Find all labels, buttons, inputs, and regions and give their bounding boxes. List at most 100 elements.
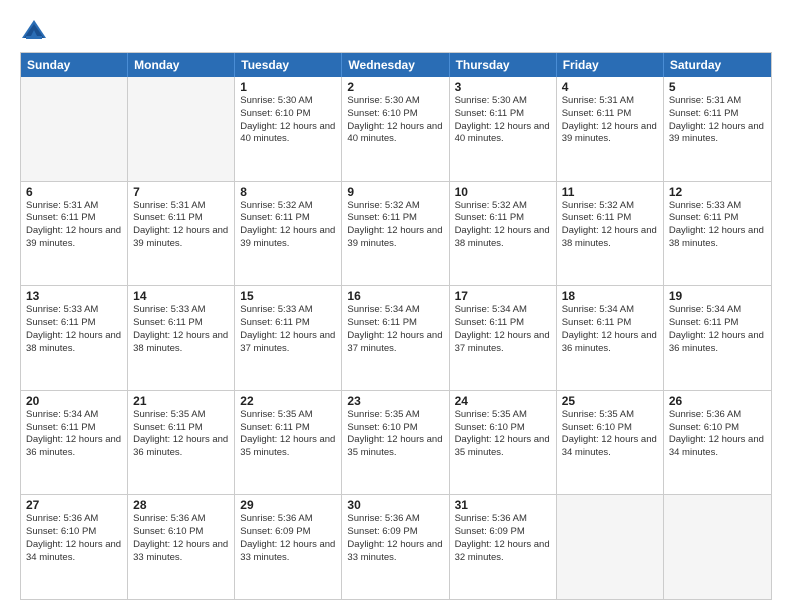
day-number: 27 — [26, 498, 122, 512]
page: SundayMondayTuesdayWednesdayThursdayFrid… — [0, 0, 792, 612]
day-info: Sunrise: 5:35 AM Sunset: 6:11 PM Dayligh… — [240, 409, 336, 460]
day-cell-7: 7Sunrise: 5:31 AM Sunset: 6:11 PM Daylig… — [128, 182, 235, 286]
day-cell-6: 6Sunrise: 5:31 AM Sunset: 6:11 PM Daylig… — [21, 182, 128, 286]
day-cell-22: 22Sunrise: 5:35 AM Sunset: 6:11 PM Dayli… — [235, 391, 342, 495]
calendar-header: SundayMondayTuesdayWednesdayThursdayFrid… — [21, 53, 771, 77]
day-info: Sunrise: 5:36 AM Sunset: 6:09 PM Dayligh… — [240, 513, 336, 564]
day-number: 16 — [347, 289, 443, 303]
day-cell-4: 4Sunrise: 5:31 AM Sunset: 6:11 PM Daylig… — [557, 77, 664, 181]
day-info: Sunrise: 5:30 AM Sunset: 6:10 PM Dayligh… — [347, 95, 443, 146]
day-number: 13 — [26, 289, 122, 303]
day-cell-8: 8Sunrise: 5:32 AM Sunset: 6:11 PM Daylig… — [235, 182, 342, 286]
day-cell-9: 9Sunrise: 5:32 AM Sunset: 6:11 PM Daylig… — [342, 182, 449, 286]
empty-cell-0-0 — [21, 77, 128, 181]
empty-cell-4-5 — [557, 495, 664, 599]
empty-cell-0-1 — [128, 77, 235, 181]
day-info: Sunrise: 5:33 AM Sunset: 6:11 PM Dayligh… — [26, 304, 122, 355]
day-cell-5: 5Sunrise: 5:31 AM Sunset: 6:11 PM Daylig… — [664, 77, 771, 181]
day-info: Sunrise: 5:30 AM Sunset: 6:11 PM Dayligh… — [455, 95, 551, 146]
day-cell-25: 25Sunrise: 5:35 AM Sunset: 6:10 PM Dayli… — [557, 391, 664, 495]
day-number: 30 — [347, 498, 443, 512]
day-cell-16: 16Sunrise: 5:34 AM Sunset: 6:11 PM Dayli… — [342, 286, 449, 390]
day-number: 3 — [455, 80, 551, 94]
day-info: Sunrise: 5:36 AM Sunset: 6:10 PM Dayligh… — [26, 513, 122, 564]
day-number: 12 — [669, 185, 766, 199]
header-day-friday: Friday — [557, 53, 664, 77]
day-cell-23: 23Sunrise: 5:35 AM Sunset: 6:10 PM Dayli… — [342, 391, 449, 495]
day-number: 19 — [669, 289, 766, 303]
day-cell-3: 3Sunrise: 5:30 AM Sunset: 6:11 PM Daylig… — [450, 77, 557, 181]
day-info: Sunrise: 5:31 AM Sunset: 6:11 PM Dayligh… — [133, 200, 229, 251]
day-number: 4 — [562, 80, 658, 94]
day-cell-28: 28Sunrise: 5:36 AM Sunset: 6:10 PM Dayli… — [128, 495, 235, 599]
day-number: 24 — [455, 394, 551, 408]
day-info: Sunrise: 5:31 AM Sunset: 6:11 PM Dayligh… — [562, 95, 658, 146]
day-cell-27: 27Sunrise: 5:36 AM Sunset: 6:10 PM Dayli… — [21, 495, 128, 599]
day-info: Sunrise: 5:34 AM Sunset: 6:11 PM Dayligh… — [562, 304, 658, 355]
day-number: 21 — [133, 394, 229, 408]
calendar-row-2: 13Sunrise: 5:33 AM Sunset: 6:11 PM Dayli… — [21, 285, 771, 390]
header-day-sunday: Sunday — [21, 53, 128, 77]
day-info: Sunrise: 5:35 AM Sunset: 6:11 PM Dayligh… — [133, 409, 229, 460]
header-day-tuesday: Tuesday — [235, 53, 342, 77]
calendar: SundayMondayTuesdayWednesdayThursdayFrid… — [20, 52, 772, 600]
calendar-row-3: 20Sunrise: 5:34 AM Sunset: 6:11 PM Dayli… — [21, 390, 771, 495]
logo-icon — [20, 16, 48, 44]
day-cell-12: 12Sunrise: 5:33 AM Sunset: 6:11 PM Dayli… — [664, 182, 771, 286]
day-info: Sunrise: 5:31 AM Sunset: 6:11 PM Dayligh… — [669, 95, 766, 146]
day-number: 6 — [26, 185, 122, 199]
day-number: 22 — [240, 394, 336, 408]
day-cell-19: 19Sunrise: 5:34 AM Sunset: 6:11 PM Dayli… — [664, 286, 771, 390]
calendar-body: 1Sunrise: 5:30 AM Sunset: 6:10 PM Daylig… — [21, 77, 771, 599]
logo — [20, 16, 52, 44]
header — [20, 16, 772, 44]
day-cell-1: 1Sunrise: 5:30 AM Sunset: 6:10 PM Daylig… — [235, 77, 342, 181]
day-number: 15 — [240, 289, 336, 303]
day-cell-30: 30Sunrise: 5:36 AM Sunset: 6:09 PM Dayli… — [342, 495, 449, 599]
day-info: Sunrise: 5:32 AM Sunset: 6:11 PM Dayligh… — [240, 200, 336, 251]
day-number: 10 — [455, 185, 551, 199]
day-number: 11 — [562, 185, 658, 199]
day-info: Sunrise: 5:36 AM Sunset: 6:09 PM Dayligh… — [455, 513, 551, 564]
header-day-saturday: Saturday — [664, 53, 771, 77]
day-info: Sunrise: 5:33 AM Sunset: 6:11 PM Dayligh… — [133, 304, 229, 355]
empty-cell-4-6 — [664, 495, 771, 599]
day-info: Sunrise: 5:34 AM Sunset: 6:11 PM Dayligh… — [455, 304, 551, 355]
header-day-thursday: Thursday — [450, 53, 557, 77]
day-info: Sunrise: 5:35 AM Sunset: 6:10 PM Dayligh… — [347, 409, 443, 460]
day-cell-18: 18Sunrise: 5:34 AM Sunset: 6:11 PM Dayli… — [557, 286, 664, 390]
day-cell-24: 24Sunrise: 5:35 AM Sunset: 6:10 PM Dayli… — [450, 391, 557, 495]
day-info: Sunrise: 5:34 AM Sunset: 6:11 PM Dayligh… — [26, 409, 122, 460]
header-day-wednesday: Wednesday — [342, 53, 449, 77]
day-info: Sunrise: 5:30 AM Sunset: 6:10 PM Dayligh… — [240, 95, 336, 146]
day-info: Sunrise: 5:36 AM Sunset: 6:09 PM Dayligh… — [347, 513, 443, 564]
day-info: Sunrise: 5:32 AM Sunset: 6:11 PM Dayligh… — [347, 200, 443, 251]
day-info: Sunrise: 5:34 AM Sunset: 6:11 PM Dayligh… — [669, 304, 766, 355]
day-number: 14 — [133, 289, 229, 303]
day-number: 7 — [133, 185, 229, 199]
calendar-row-4: 27Sunrise: 5:36 AM Sunset: 6:10 PM Dayli… — [21, 494, 771, 599]
day-number: 28 — [133, 498, 229, 512]
day-number: 25 — [562, 394, 658, 408]
day-number: 29 — [240, 498, 336, 512]
day-info: Sunrise: 5:36 AM Sunset: 6:10 PM Dayligh… — [669, 409, 766, 460]
day-cell-17: 17Sunrise: 5:34 AM Sunset: 6:11 PM Dayli… — [450, 286, 557, 390]
day-number: 9 — [347, 185, 443, 199]
day-info: Sunrise: 5:36 AM Sunset: 6:10 PM Dayligh… — [133, 513, 229, 564]
day-number: 18 — [562, 289, 658, 303]
day-number: 8 — [240, 185, 336, 199]
day-number: 20 — [26, 394, 122, 408]
day-number: 2 — [347, 80, 443, 94]
day-cell-2: 2Sunrise: 5:30 AM Sunset: 6:10 PM Daylig… — [342, 77, 449, 181]
day-number: 17 — [455, 289, 551, 303]
day-number: 26 — [669, 394, 766, 408]
day-cell-10: 10Sunrise: 5:32 AM Sunset: 6:11 PM Dayli… — [450, 182, 557, 286]
day-cell-31: 31Sunrise: 5:36 AM Sunset: 6:09 PM Dayli… — [450, 495, 557, 599]
day-info: Sunrise: 5:32 AM Sunset: 6:11 PM Dayligh… — [562, 200, 658, 251]
day-info: Sunrise: 5:33 AM Sunset: 6:11 PM Dayligh… — [669, 200, 766, 251]
day-cell-13: 13Sunrise: 5:33 AM Sunset: 6:11 PM Dayli… — [21, 286, 128, 390]
day-cell-21: 21Sunrise: 5:35 AM Sunset: 6:11 PM Dayli… — [128, 391, 235, 495]
day-number: 23 — [347, 394, 443, 408]
header-day-monday: Monday — [128, 53, 235, 77]
day-info: Sunrise: 5:33 AM Sunset: 6:11 PM Dayligh… — [240, 304, 336, 355]
